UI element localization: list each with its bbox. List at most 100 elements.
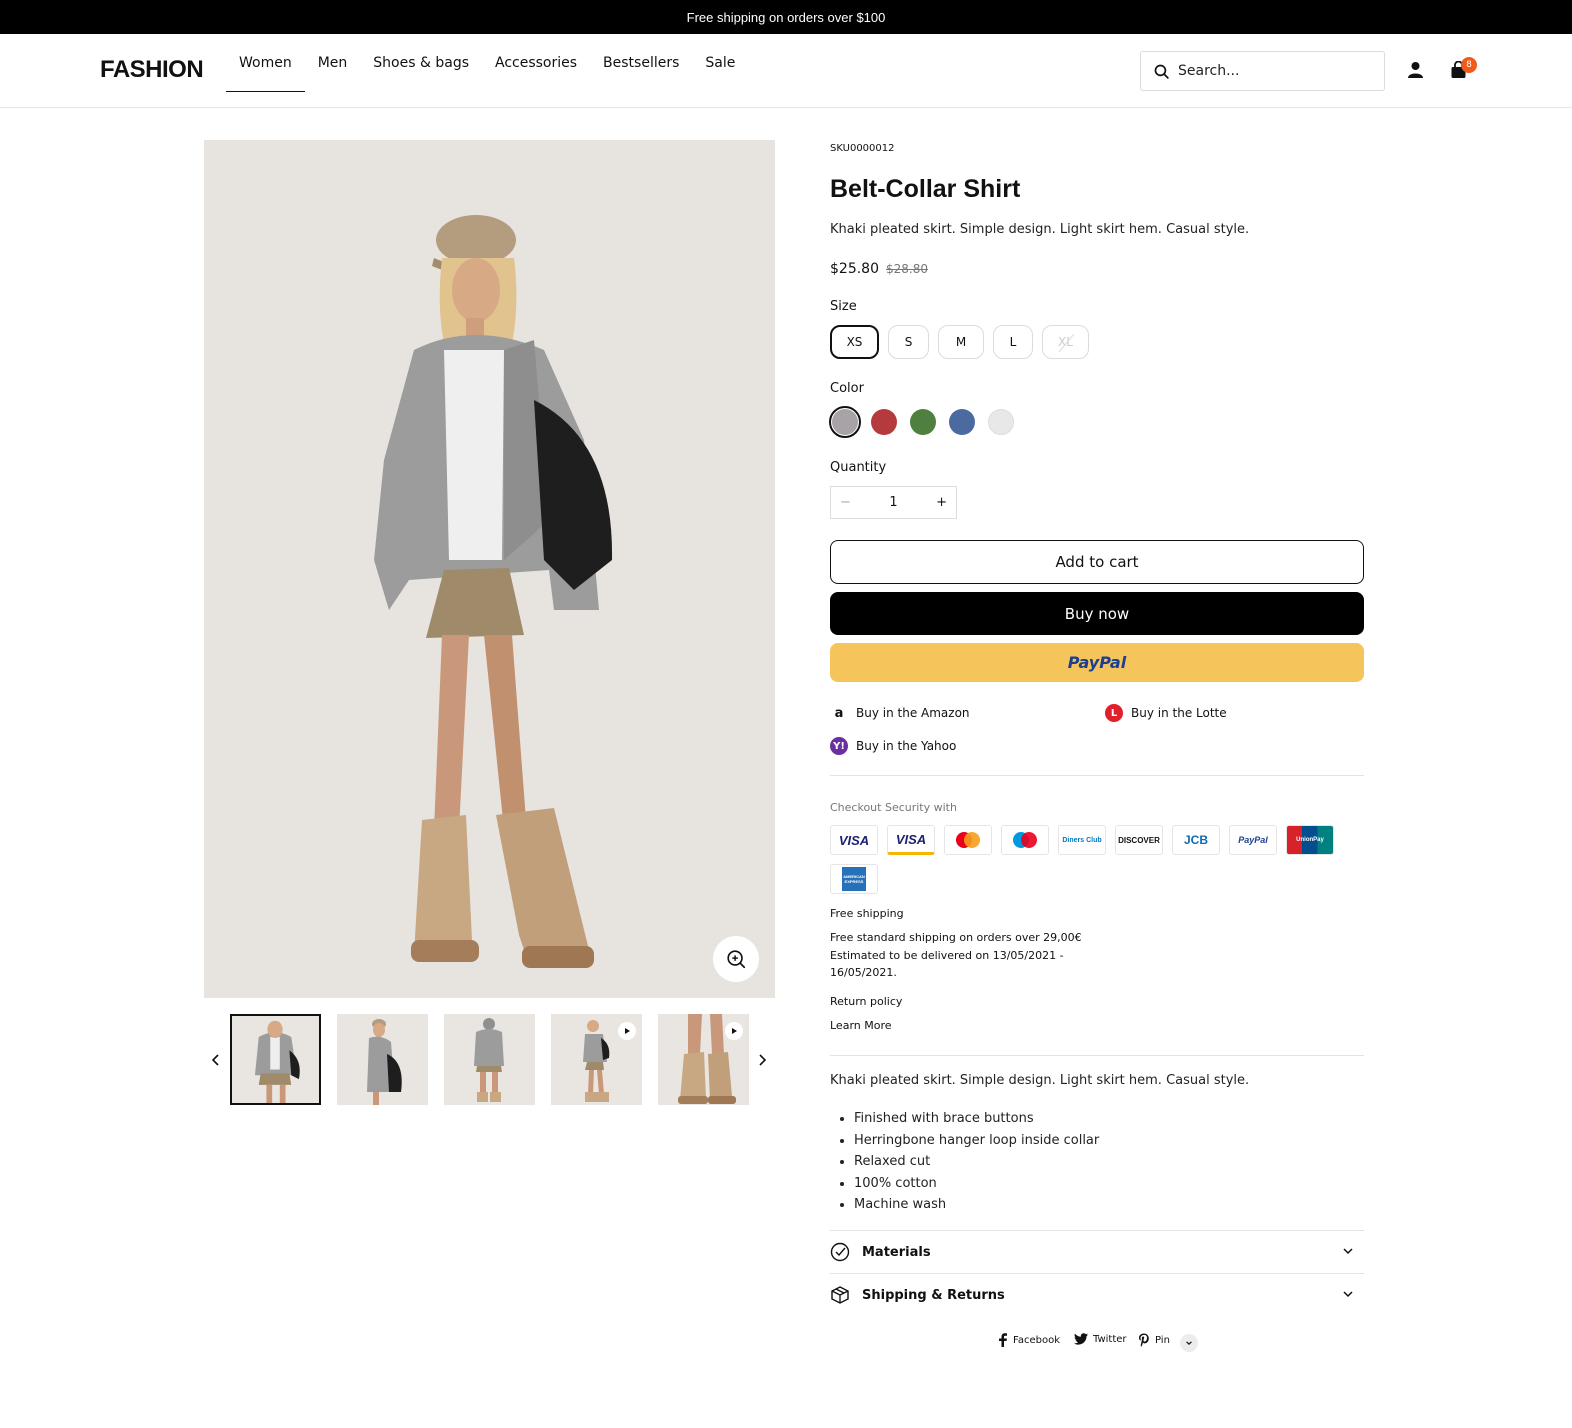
share-pinterest[interactable]: Pin: [1138, 1333, 1170, 1347]
share-twitter[interactable]: Twitter: [1074, 1333, 1127, 1345]
announcement-bar: Free shipping on orders over $100: [0, 0, 1572, 34]
visa-card-icon: VISA: [830, 825, 878, 855]
product-sku: SKU0000012: [830, 143, 895, 154]
quantity-increase-button[interactable]: +: [936, 495, 947, 510]
thumbnail-1[interactable]: [230, 1014, 321, 1105]
size-option-s[interactable]: S: [888, 325, 929, 359]
zoom-button[interactable]: [713, 936, 759, 982]
thumbnail-5-video[interactable]: [658, 1014, 749, 1105]
accordion-label: Shipping & Returns: [862, 1287, 1005, 1303]
thumbnail-photo: [254, 1020, 300, 1103]
cart-count-badge: 8: [1461, 57, 1477, 73]
thumbs-prev-button[interactable]: [210, 1052, 222, 1071]
visa-electron-card-icon: VISA: [887, 825, 935, 855]
checkout-security-label: Checkout Security with: [830, 801, 957, 814]
list-item: Herringbone hanger loop inside collar: [854, 1130, 1099, 1152]
thumbnail-3[interactable]: [444, 1014, 535, 1105]
paypal-button[interactable]: PayPal: [830, 643, 1364, 682]
color-swatch-red[interactable]: [868, 406, 900, 438]
unavailable-strike: [1058, 333, 1075, 353]
share-twitter-label: Twitter: [1093, 1333, 1127, 1345]
delivery-estimate: Estimated to be delivered on 13/05/2021 …: [830, 949, 1064, 962]
return-policy-link[interactable]: Return policy: [830, 993, 902, 1011]
paypal-logo: PayPal: [1067, 653, 1127, 672]
chevron-left-icon: [211, 1054, 219, 1066]
quantity-value[interactable]: 1: [889, 495, 897, 510]
list-item: Finished with brace buttons: [854, 1108, 1099, 1130]
add-to-cart-button[interactable]: Add to cart: [830, 540, 1364, 584]
announcement-text: Free shipping on orders over $100: [686, 9, 886, 25]
free-shipping-title: Free shipping: [830, 907, 904, 920]
divider: [830, 1055, 1364, 1056]
buy-yahoo-link[interactable]: Y! Buy in the Yahoo: [830, 737, 956, 755]
color-label: Color: [830, 381, 864, 396]
chevron-down-icon: [1186, 1341, 1192, 1346]
thumbnail-photo: [474, 1018, 504, 1102]
nav-sale[interactable]: Sale: [692, 34, 748, 92]
twitter-icon: [1074, 1333, 1088, 1345]
size-option-l[interactable]: L: [993, 325, 1033, 359]
yahoo-icon: Y!: [830, 737, 848, 755]
quantity-decrease-button[interactable]: −: [840, 495, 851, 510]
learn-more-link[interactable]: Learn More: [830, 1017, 892, 1035]
chevron-right-icon: [759, 1054, 767, 1066]
facebook-icon: [999, 1333, 1007, 1347]
accordion-materials[interactable]: Materials: [830, 1230, 1364, 1273]
unionpay-card-icon: UnionPay: [1286, 825, 1334, 855]
nav-women[interactable]: Women: [226, 34, 305, 92]
divider: [830, 775, 1364, 776]
share-more-button[interactable]: [1180, 1334, 1198, 1352]
thumbnail-2[interactable]: [337, 1014, 428, 1105]
quantity-label: Quantity: [830, 460, 887, 475]
color-swatch-blue[interactable]: [946, 406, 978, 438]
nav-bestsellers[interactable]: Bestsellers: [590, 34, 692, 92]
site-header: FASHION Women Men Shoes & bags Accessori…: [0, 34, 1572, 108]
color-swatch-white-unavailable[interactable]: [985, 406, 1017, 438]
zoom-in-icon: [727, 950, 746, 969]
delivery-estimate-end: 16/05/2021.: [830, 966, 897, 979]
buy-lotte-label: Buy in the Lotte: [1131, 706, 1227, 720]
nav-accessories[interactable]: Accessories: [482, 34, 590, 92]
buy-lotte-link[interactable]: L Buy in the Lotte: [1105, 704, 1227, 722]
amex-logo: AMERICAN EXPRESS: [842, 867, 866, 891]
nav-shoes-bags[interactable]: Shoes & bags: [360, 34, 482, 92]
size-option-m[interactable]: M: [938, 325, 984, 359]
product-main-image[interactable]: [204, 140, 775, 998]
product-photo-illustration: [374, 215, 613, 968]
account-icon[interactable]: [1407, 61, 1424, 83]
buy-now-button[interactable]: Buy now: [830, 592, 1364, 635]
main-nav: Women Men Shoes & bags Accessories Bests…: [226, 34, 748, 108]
jcb-card-icon: JCB: [1172, 825, 1220, 855]
chevron-down-icon: [1343, 1291, 1353, 1298]
buy-amazon-label: Buy in the Amazon: [856, 706, 970, 720]
thumbnail-4-video[interactable]: [551, 1014, 642, 1105]
color-swatch-grey[interactable]: [829, 406, 861, 438]
product-short-description: Khaki pleated skirt. Simple design. Ligh…: [830, 222, 1250, 237]
buy-yahoo-label: Buy in the Yahoo: [856, 739, 957, 753]
diners-club-card-icon: Diners Club: [1058, 825, 1106, 855]
search-input[interactable]: [1178, 63, 1368, 79]
logo[interactable]: FASHION: [100, 56, 204, 84]
share-pin-label: Pin: [1155, 1334, 1170, 1346]
product-title: Belt-Collar Shirt: [830, 175, 1021, 203]
pinterest-icon: [1139, 1333, 1149, 1347]
product-compare-price: $28.80: [886, 262, 928, 276]
size-option-xs[interactable]: XS: [830, 325, 879, 359]
play-icon: [725, 1022, 743, 1040]
buy-amazon-link[interactable]: a Buy in the Amazon: [830, 704, 970, 722]
thumbs-next-button[interactable]: [756, 1052, 768, 1071]
search-icon: [1154, 64, 1169, 79]
check-circle-icon: [830, 1242, 850, 1262]
share-facebook[interactable]: Facebook: [998, 1333, 1060, 1347]
product-price: $25.80: [830, 261, 879, 277]
quantity-stepper: − 1 +: [830, 486, 957, 519]
size-option-xl-unavailable[interactable]: XL: [1042, 325, 1089, 359]
accordion-shipping-returns[interactable]: Shipping & Returns: [830, 1273, 1364, 1316]
accordion-label: Materials: [862, 1244, 931, 1260]
color-swatch-green[interactable]: [907, 406, 939, 438]
list-item: 100% cotton: [854, 1173, 1099, 1195]
amex-card-icon: AMERICAN EXPRESS: [830, 864, 878, 894]
nav-men[interactable]: Men: [305, 34, 361, 92]
size-label: Size: [830, 299, 857, 314]
paypal-card-icon: PayPal: [1229, 825, 1277, 855]
